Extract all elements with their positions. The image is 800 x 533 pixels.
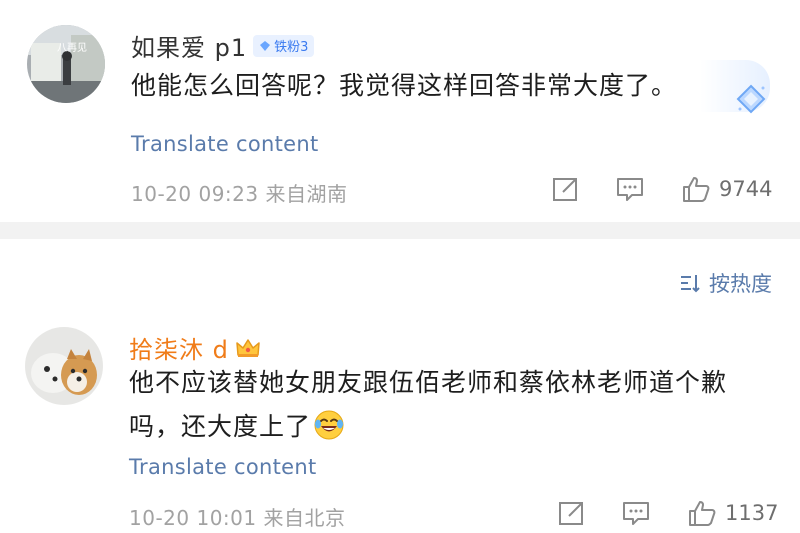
like-button[interactable]: 9744 — [681, 174, 772, 204]
comment-icon[interactable] — [615, 174, 645, 204]
section-divider — [0, 222, 800, 239]
username[interactable]: 如果爱 p1 — [131, 28, 247, 63]
user-avatar[interactable]: 八再见 — [27, 25, 105, 103]
avatar-caption: 八再见 — [57, 42, 87, 54]
comment-item: 八再见 如果爱 p1 铁粉3 他能怎么回答呢？我觉得这样回答非常大度了。 Tra… — [0, 0, 800, 222]
sort-icon — [681, 275, 700, 293]
thumbs-up-icon — [681, 174, 711, 204]
comment-meta: 10-20 09:23 来自湖南 — [131, 182, 348, 206]
like-count: 1137 — [725, 501, 779, 525]
photo-avatar-icon: 八再见 — [27, 25, 105, 103]
comment-text: 他能怎么回答呢？我觉得这样回答非常大度了。 — [131, 71, 678, 100]
comment-item: 拾柒沐 d 他不应该替她女朋友跟伍佰老师和蔡依林老师道个歉吗，还大度上了 Tra… — [0, 312, 800, 533]
sort-label: 按热度 — [709, 272, 772, 296]
comment-icon[interactable] — [621, 498, 651, 528]
diamond-icon — [736, 84, 766, 114]
username[interactable]: 拾柒沐 d — [129, 330, 229, 365]
sort-button[interactable]: 按热度 — [679, 268, 772, 298]
share-icon[interactable] — [551, 174, 581, 204]
laughing-tears-emoji-icon — [314, 410, 344, 440]
like-button[interactable]: 1137 — [687, 498, 778, 528]
thumbs-up-icon — [687, 498, 717, 528]
translate-link[interactable]: Translate content — [129, 455, 317, 479]
dog-avatar-icon — [25, 327, 103, 405]
diamond-small-icon — [260, 40, 271, 51]
like-count: 9744 — [719, 177, 773, 201]
user-avatar[interactable] — [25, 327, 103, 405]
share-icon[interactable] — [557, 498, 587, 528]
crown-icon — [236, 338, 260, 357]
fan-badge-label: 铁粉3 — [274, 40, 309, 55]
fan-badge: 铁粉3 — [253, 34, 315, 57]
translate-link[interactable]: Translate content — [131, 132, 319, 156]
comment-text: 他不应该替她女朋友跟伍佰老师和蔡依林老师道个歉吗，还大度上了 — [129, 368, 728, 441]
comment-meta: 10-20 10:01 来自北京 — [129, 506, 346, 530]
